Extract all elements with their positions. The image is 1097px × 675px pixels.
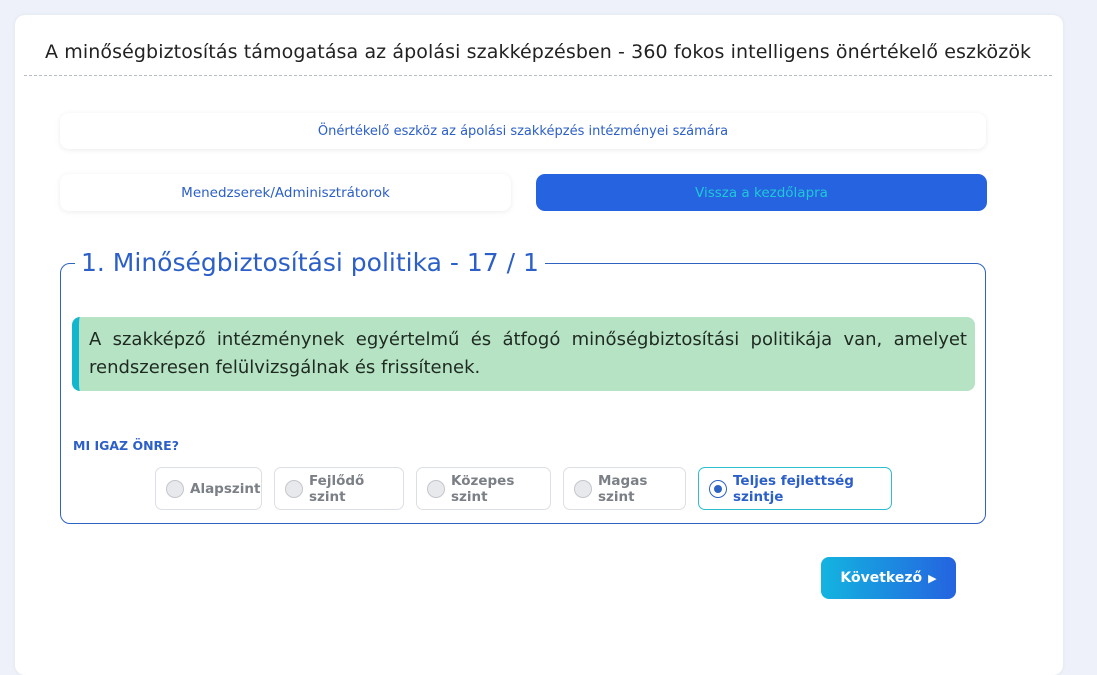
statement-box: A szakképző intézménynek egyértelmű és á… [72,317,975,391]
role-button-label: Menedzserek/Adminisztrátorok [181,184,390,201]
option-kozepes-szint[interactable]: Közepes szint [416,467,551,510]
statement-text: A szakképző intézménynek egyértelmű és á… [89,329,967,378]
title-divider [24,75,1052,76]
role-button[interactable]: Menedzserek/Adminisztrátorok [60,174,511,211]
section-heading: 1. Minőségbiztosítási politika - 17 / 1 [81,248,539,277]
back-to-home-label: Vissza a kezdőlapra [695,184,828,201]
tool-subtitle-label: Önértékelő eszköz az ápolási szakképzés … [317,123,729,139]
next-button-label: Következő [840,570,923,586]
next-button[interactable]: Következő ▶ [821,557,956,599]
radio-icon[interactable] [574,479,592,498]
option-label: Alapszint [190,480,261,497]
option-label: Teljes fejlettség szintje [733,472,854,505]
radio-selected-icon[interactable] [709,479,727,498]
option-alapszint[interactable]: Alapszint [155,467,262,510]
radio-icon[interactable] [285,479,303,498]
tool-subtitle: Önértékelő eszköz az ápolási szakképzés … [60,113,986,149]
option-teljes-fejlettseg[interactable]: Teljes fejlettség szintje [698,467,892,510]
page-title: A minőségbiztosítás támogatása az ápolás… [45,41,1032,63]
radio-icon[interactable] [427,479,445,498]
play-arrow-icon: ▶ [928,571,937,585]
question-label: MI IGAZ ÖNRE? [73,438,179,453]
back-to-home-button[interactable]: Vissza a kezdőlapra [536,174,987,211]
option-magas-szint[interactable]: Magas szint [563,467,686,510]
option-label: Közepes szint [451,472,515,505]
option-fejlodo-szint[interactable]: Fejlődő szint [274,467,404,510]
radio-icon[interactable] [166,479,184,498]
option-label: Fejlődő szint [309,472,365,505]
option-label: Magas szint [598,472,648,505]
